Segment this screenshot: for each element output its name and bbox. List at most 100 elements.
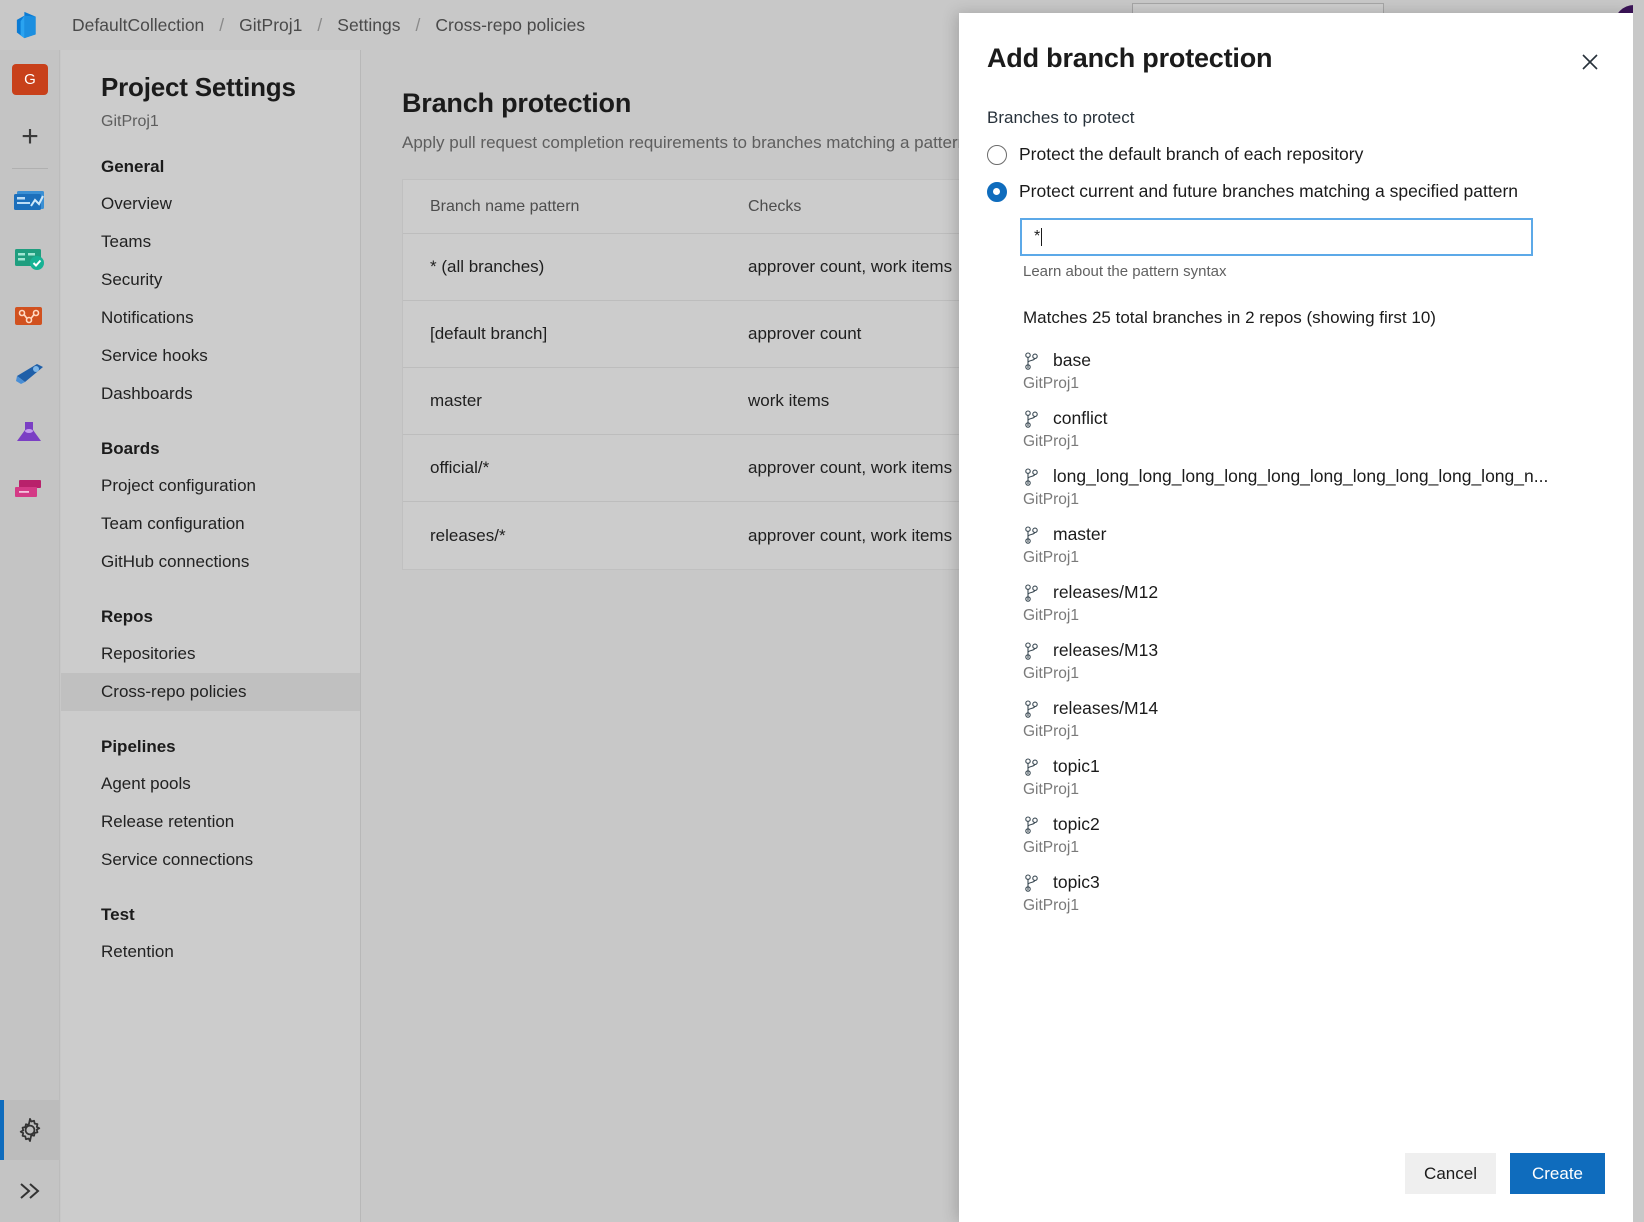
sidebar-item-release-retention[interactable]: Release retention xyxy=(61,803,360,841)
settings-sidebar: Project Settings GitProj1 GeneralOvervie… xyxy=(61,50,361,1222)
radio-pattern-label: Protect current and future branches matc… xyxy=(1019,181,1518,202)
branch-name-label: releases/M13 xyxy=(1053,640,1158,661)
branch-name-row: topic1 xyxy=(1023,756,1605,777)
sidebar-item-github-connections[interactable]: GitHub connections xyxy=(61,543,360,581)
radio-option-pattern[interactable]: Protect current and future branches matc… xyxy=(987,181,1605,202)
branch-name-row: topic3 xyxy=(1023,872,1605,893)
sidebar-group-boards: Boards xyxy=(61,413,360,467)
branch-repo-label: GitProj1 xyxy=(1023,781,1605,799)
rail-item-settings[interactable] xyxy=(0,1100,60,1160)
git-branch-icon xyxy=(1023,699,1041,719)
sidebar-item-teams[interactable]: Teams xyxy=(61,223,360,261)
git-branch-icon xyxy=(1023,815,1041,835)
list-item: masterGitProj1 xyxy=(987,524,1605,567)
expand-rail-button[interactable] xyxy=(0,1160,60,1222)
breadcrumb-item-2[interactable]: Settings xyxy=(335,15,402,36)
branch-name-label: master xyxy=(1053,524,1106,545)
branch-repo-label: GitProj1 xyxy=(1023,375,1605,393)
create-button[interactable]: Create xyxy=(1510,1153,1605,1194)
rail-item-pipelines[interactable] xyxy=(0,345,60,403)
breadcrumb-separator: / xyxy=(403,15,434,36)
cancel-button[interactable]: Cancel xyxy=(1405,1153,1496,1194)
sidebar-item-overview[interactable]: Overview xyxy=(61,185,360,223)
breadcrumb-item-0[interactable]: DefaultCollection xyxy=(70,15,206,36)
overview-icon xyxy=(13,186,47,214)
branch-name-row: master xyxy=(1023,524,1605,545)
pattern-input-value: * xyxy=(1034,228,1040,246)
pattern-syntax-link[interactable]: Learn about the pattern syntax xyxy=(1023,263,1605,280)
rail-divider xyxy=(12,168,48,169)
sidebar-item-repositories[interactable]: Repositories xyxy=(61,635,360,673)
pipelines-icon xyxy=(13,360,47,388)
list-item: long_long_long_long_long_long_long_long_… xyxy=(987,466,1605,509)
add-branch-protection-dialog: Add branch protection Branches to protec… xyxy=(959,13,1633,1222)
rail-item-boards[interactable] xyxy=(0,229,60,287)
plus-icon: + xyxy=(21,122,39,152)
branch-name-label: releases/M14 xyxy=(1053,698,1158,719)
sidebar-group-general: General xyxy=(61,131,360,185)
radio-pattern[interactable] xyxy=(987,182,1007,202)
branch-name-label: conflict xyxy=(1053,408,1107,429)
page-title: Project Settings xyxy=(61,50,360,103)
sidebar-group-repos: Repos xyxy=(61,581,360,635)
branch-name-row: releases/M13 xyxy=(1023,640,1605,661)
artifacts-icon xyxy=(13,476,47,504)
rail-item-artifacts[interactable] xyxy=(0,461,60,519)
branch-name-row: releases/M12 xyxy=(1023,582,1605,603)
new-item-button[interactable]: + xyxy=(0,108,60,166)
sidebar-sections: GeneralOverviewTeamsSecurityNotification… xyxy=(61,131,360,971)
branch-name-row: long_long_long_long_long_long_long_long_… xyxy=(1023,466,1605,487)
radio-default-branch[interactable] xyxy=(987,145,1007,165)
organization-avatar[interactable]: G xyxy=(0,50,60,108)
text-caret xyxy=(1041,228,1042,246)
git-branch-icon xyxy=(1023,757,1041,777)
sidebar-item-cross-repo-policies[interactable]: Cross-repo policies xyxy=(61,673,360,711)
pattern-input[interactable]: * xyxy=(1020,218,1533,256)
sidebar-item-project-configuration[interactable]: Project configuration xyxy=(61,467,360,505)
git-branch-icon xyxy=(1023,409,1041,429)
dialog-footer: Cancel Create xyxy=(959,1153,1633,1222)
sidebar-item-security[interactable]: Security xyxy=(61,261,360,299)
close-icon[interactable] xyxy=(1573,45,1607,79)
breadcrumb-item-1[interactable]: GitProj1 xyxy=(237,15,304,36)
sidebar-item-team-configuration[interactable]: Team configuration xyxy=(61,505,360,543)
branch-name-label: topic3 xyxy=(1053,872,1100,893)
project-name: GitProj1 xyxy=(61,103,360,131)
rail-item-repos[interactable] xyxy=(0,287,60,345)
radio-option-default-branch[interactable]: Protect the default branch of each repos… xyxy=(987,144,1605,165)
list-item: topic3GitProj1 xyxy=(987,872,1605,915)
cell-pattern: [default branch] xyxy=(403,324,748,344)
sidebar-item-agent-pools[interactable]: Agent pools xyxy=(61,765,360,803)
breadcrumb: DefaultCollection / GitProj1 / Settings … xyxy=(70,15,587,36)
sidebar-group-test: Test xyxy=(61,879,360,933)
breadcrumb-separator: / xyxy=(206,15,237,36)
branches-to-protect-label: Branches to protect xyxy=(987,108,1605,128)
branch-repo-label: GitProj1 xyxy=(1023,607,1605,625)
sidebar-item-service-hooks[interactable]: Service hooks xyxy=(61,337,360,375)
sidebar-item-notifications[interactable]: Notifications xyxy=(61,299,360,337)
list-item: releases/M14GitProj1 xyxy=(987,698,1605,741)
branch-repo-label: GitProj1 xyxy=(1023,433,1605,451)
azure-devops-logo-icon[interactable] xyxy=(0,0,60,50)
list-item: releases/M13GitProj1 xyxy=(987,640,1605,683)
branch-repo-label: GitProj1 xyxy=(1023,839,1605,857)
column-header-pattern: Branch name pattern xyxy=(403,198,748,216)
sidebar-item-service-connections[interactable]: Service connections xyxy=(61,841,360,879)
cell-pattern: official/* xyxy=(403,458,748,478)
branch-name-row: base xyxy=(1023,350,1605,371)
sidebar-item-dashboards[interactable]: Dashboards xyxy=(61,375,360,413)
git-branch-icon xyxy=(1023,873,1041,893)
breadcrumb-item-3[interactable]: Cross-repo policies xyxy=(433,15,587,36)
branch-name-row: releases/M14 xyxy=(1023,698,1605,719)
rail-item-overview[interactable] xyxy=(0,171,60,229)
git-branch-icon xyxy=(1023,583,1041,603)
rail-item-test-plans[interactable] xyxy=(0,403,60,461)
match-summary: Matches 25 total branches in 2 repos (sh… xyxy=(1023,308,1605,328)
repos-icon xyxy=(13,302,47,330)
cell-pattern: * (all branches) xyxy=(403,257,748,277)
dialog-body: Branches to protect Protect the default … xyxy=(959,74,1633,1153)
cell-pattern: releases/* xyxy=(403,526,748,546)
sidebar-item-retention[interactable]: Retention xyxy=(61,933,360,971)
dialog-header: Add branch protection xyxy=(959,13,1633,74)
branch-repo-label: GitProj1 xyxy=(1023,491,1605,509)
